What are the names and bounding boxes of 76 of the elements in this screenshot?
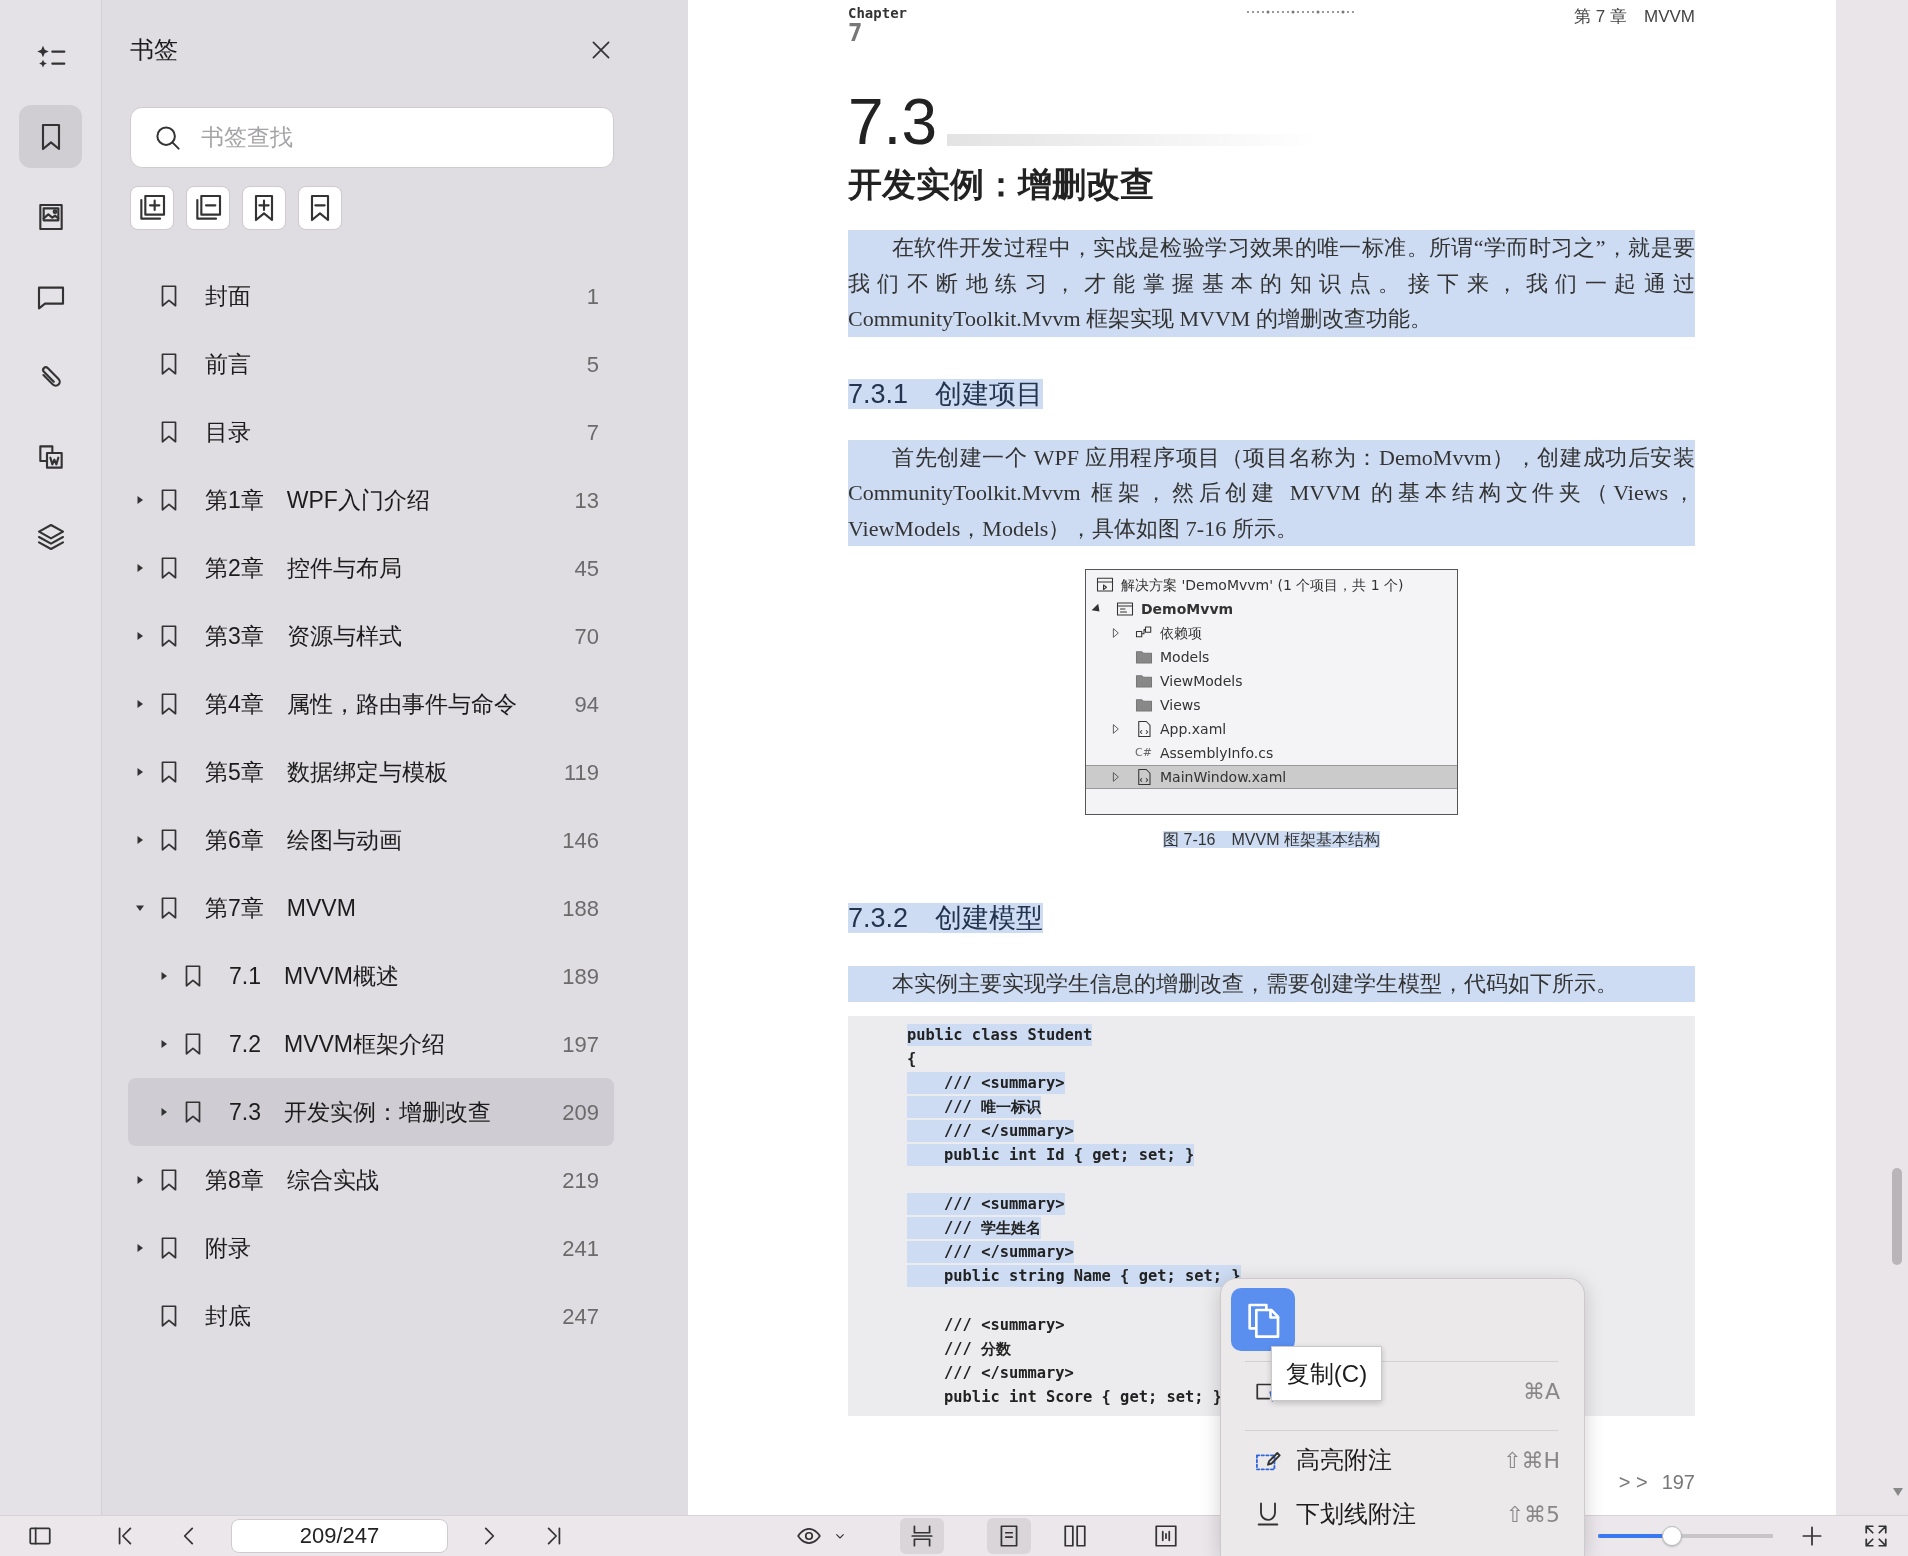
remove-bookmark-button[interactable]	[298, 186, 342, 230]
next-page-marker: > >	[1618, 1469, 1648, 1495]
bookmark-item[interactable]: 前言 5	[128, 330, 614, 398]
bookmark-item[interactable]: 7.2 MVVM框架介绍 197	[128, 1010, 614, 1078]
code-line: /// <summary>	[943, 1314, 1065, 1336]
bookmark-item[interactable]: 封面 1	[128, 262, 614, 330]
bookmark-item[interactable]: 7.3 开发实例：增删改查 209	[128, 1078, 614, 1146]
chapter-number: 7	[848, 21, 863, 45]
figure-caption: 图 7-16 MVVM 框架基本结构	[1163, 831, 1380, 848]
scroll-down-icon[interactable]	[1892, 1487, 1904, 1497]
page-number-field[interactable]: 209/247	[231, 1519, 448, 1553]
copy-button[interactable]	[1231, 1288, 1295, 1351]
bookmark-item[interactable]: 第5章 数据绑定与模板 119	[128, 738, 614, 806]
file-type-label: C#	[1135, 744, 1153, 761]
bookmark-item[interactable]: 第4章 属性，路由事件与命令 94	[128, 670, 614, 738]
bookmark-item[interactable]: 封底 247	[128, 1282, 614, 1350]
code-line: /// 分数	[943, 1338, 1012, 1360]
code-line: /// </summary>	[943, 1363, 1074, 1385]
solution-icon	[1096, 576, 1114, 594]
paragraph: 在软件开发过程中，实战是检验学习效果的唯一标准。所谓“学而时习之”，就是要我们不断地练习，才能掌握基本的知识点。接下来，我们一起通过 CommunityToolkit.Mvvm 框架实现 MVVM 的增删改查功能。	[848, 230, 1695, 337]
menu-item[interactable]: 高亮附注 ⇧⌘H	[1231, 1431, 1584, 1489]
paragraph: 本实例主要实现学生信息的增删改查，需要创建学生模型，代码如下所示。	[848, 966, 1695, 1002]
scrollbar-thumb[interactable]	[1892, 1168, 1902, 1265]
bookmark-item[interactable]: 第6章 绘图与动画 146	[128, 806, 614, 874]
bookmark-item[interactable]: 第1章 WPF入门介绍 13	[128, 466, 614, 534]
file-icon	[1135, 720, 1153, 738]
paragraph: 首先创建一个 WPF 应用程序项目（项目名称为：DemoMvvm），创建成功后安装 CommunityToolkit.Mvvm 框架，然后创建 MVVM 的基本结构文件夹（Views，ViewModels，Models），具体如图 7-16 所示。	[848, 439, 1695, 546]
panel-title: 书签	[130, 35, 178, 65]
zoom-slider-thumb[interactable]	[1661, 1526, 1682, 1546]
tree-item[interactable]: Views	[1086, 693, 1457, 717]
chapter-label: Chapter	[848, 5, 907, 21]
menu-item[interactable]: 下划线附注 ⇧⌘5	[1231, 1489, 1584, 1539]
bookmark-item[interactable]: 7.1 MVVM概述 189	[128, 942, 614, 1010]
project-icon	[1116, 600, 1134, 618]
code-line: {	[907, 1048, 917, 1070]
tooltip: 复制(C)	[1271, 1346, 1382, 1401]
tree-item[interactable]: App.xaml	[1086, 717, 1457, 741]
shortcut-label: ⇧⌘5	[1505, 1500, 1560, 1529]
section-number: 7.3	[848, 90, 937, 154]
tree-item[interactable]: MainWindow.xaml	[1086, 765, 1457, 789]
collapse-all-button[interactable]	[186, 186, 230, 230]
bookmark-item[interactable]: 第3章 资源与样式 70	[128, 602, 614, 670]
subsection-heading: 7.3.1 创建项目	[848, 378, 1044, 409]
bookmark-item[interactable]: 第2章 控件与布局 45	[128, 534, 614, 602]
tree-item[interactable]: DemoMvvm	[1086, 597, 1457, 621]
code-line: public int Score { get; set; }	[943, 1387, 1223, 1409]
file-icon	[1135, 768, 1153, 786]
running-title: 第 7 章 MVVM	[1574, 6, 1695, 28]
section-title: 开发实例：增删改查	[848, 164, 1155, 205]
folder-icon	[1135, 696, 1153, 714]
search-input[interactable]: 书签查找	[199, 119, 579, 156]
tree-item[interactable]: Models	[1086, 645, 1457, 669]
bookmark-item[interactable]: 第7章 MVVM 188	[128, 874, 614, 942]
bookmark-item[interactable]: 附录 241	[128, 1214, 614, 1282]
page-layout-button[interactable]	[900, 1518, 944, 1554]
tree-item[interactable]: 依赖项	[1086, 621, 1457, 645]
tree-item[interactable]: 解决方案 'DemoMvvm' (1 个项目，共 1 个)	[1086, 573, 1457, 597]
shortcut-label: ⌘A	[1522, 1377, 1560, 1406]
shortcut-label: ⇧⌘H	[1503, 1446, 1560, 1475]
search-field[interactable]: 书签查找	[130, 107, 614, 168]
continuous-scroll-icon	[909, 1523, 935, 1549]
tree-item[interactable]: C# AssemblyInfo.cs	[1086, 741, 1457, 765]
page-spread-icon	[1153, 1523, 1179, 1549]
page-number: 197	[1661, 1469, 1695, 1495]
bookmark-item[interactable]: 第8章 综合实战 219	[128, 1146, 614, 1214]
bookmark-item[interactable]: 目录 7	[128, 398, 614, 466]
tree-item[interactable]: ViewModels	[1086, 669, 1457, 693]
bookmarks-tab[interactable]	[19, 105, 82, 168]
page-layout-button[interactable]	[987, 1518, 1031, 1554]
folder-icon	[1135, 648, 1153, 666]
add-bookmark-button[interactable]	[242, 186, 286, 230]
folder-icon	[1135, 672, 1153, 690]
expand-all-button[interactable]	[130, 186, 174, 230]
two-page-icon	[1062, 1523, 1088, 1549]
subsection-heading: 7.3.2 创建模型	[848, 903, 1044, 933]
fullscreen-icon[interactable]	[1863, 1523, 1889, 1549]
